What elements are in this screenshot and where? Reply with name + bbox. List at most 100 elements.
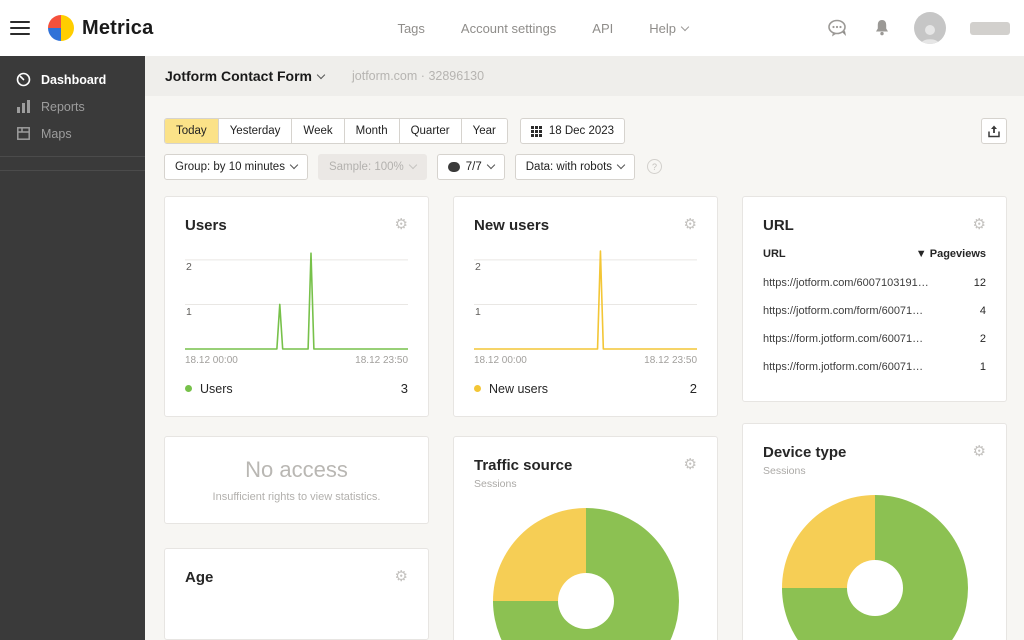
device-type-widget: Device type ⚙ Sessions [742,423,1007,640]
period-year[interactable]: Year [461,119,507,143]
goals-label: 7/7 [466,161,482,173]
calendar-icon [531,126,542,137]
user-avatar[interactable] [914,12,946,44]
main-content: Today Yesterday Week Month Quarter Year … [145,96,1024,640]
sidebar-label-maps: Maps [41,127,72,141]
nav-tags[interactable]: Tags [397,21,424,36]
app-root: Metrica Tags Account settings API Help [0,0,1024,640]
period-yesterday[interactable]: Yesterday [218,119,292,143]
device-type-donut-chart[interactable] [782,495,968,640]
gear-icon[interactable]: ⚙ [684,457,697,472]
export-button[interactable] [981,118,1007,144]
header-actions [828,0,1010,56]
new-users-legend[interactable]: New users 2 [474,381,697,396]
nav-help[interactable]: Help [649,21,688,36]
legend-dot [185,385,192,392]
url-link[interactable]: https://form.jotform.com/60071… [763,333,923,345]
legend-dot [474,385,481,392]
nav-api[interactable]: API [592,21,613,36]
username-placeholder[interactable] [970,22,1010,35]
url-link[interactable]: https://jotform.com/6007103191… [763,277,929,289]
legend-label: New users [489,382,548,396]
gear-icon[interactable]: ⚙ [395,217,408,232]
widget-title: Users [185,217,227,234]
legend-value: 2 [690,381,697,396]
counter-name-label: Jotform Contact Form [165,68,312,84]
menu-icon[interactable] [10,21,30,35]
widget-title: Traffic source [474,457,572,474]
widget-title: New users [474,217,549,234]
table-row: https://form.jotform.com/60071… 1 [763,353,986,381]
help-icon[interactable]: ? [647,159,662,174]
no-access-widget: No access Insufficient rights to view st… [164,436,429,524]
export-icon [988,125,1000,138]
logo-text: Metrica [82,17,153,40]
date-picker-button[interactable]: 18 Dec 2023 [520,118,625,144]
chevron-down-icon [409,161,417,169]
counter-id: 32896130 [428,69,484,83]
period-today[interactable]: Today [165,119,218,143]
sidebar-item-maps[interactable]: Maps [0,120,145,147]
pageviews-value: 1 [980,361,986,373]
counter-site: jotform.com [352,69,417,83]
y-tick: 1 [475,306,481,318]
users-widget: Users ⚙ 2 1 18.12 00:00 18.12 23:50 [164,196,429,417]
dashboard-grid: Users ⚙ 2 1 18.12 00:00 18.12 23:50 [164,196,1007,640]
group-dropdown[interactable]: Group: by 10 minutes [164,154,308,180]
y-tick: 2 [186,261,192,273]
url-link[interactable]: https://jotform.com/form/60071… [763,305,923,317]
widget-title: URL [763,217,794,234]
gear-icon[interactable]: ⚙ [973,217,986,232]
pageviews-value: 2 [980,333,986,345]
period-quarter[interactable]: Quarter [399,119,461,143]
breadcrumb: Jotform Contact Form jotform.com · 32896… [145,56,1024,96]
widget-subtitle: Sessions [763,465,986,477]
widget-subtitle: Sessions [474,478,697,490]
widget-title: Device type [763,444,846,461]
dashboard-icon [15,72,31,88]
notifications-bell-icon[interactable] [874,19,890,37]
sidebar-label-dashboard: Dashboard [41,73,106,87]
gear-icon[interactable]: ⚙ [395,569,408,584]
table-row: https://jotform.com/form/60071… 4 [763,297,986,325]
table-row: https://form.jotform.com/60071… 2 [763,325,986,353]
messages-icon[interactable] [828,19,850,38]
filter-toolbar: Group: by 10 minutes Sample: 100% 7/7 Da… [164,154,1007,179]
pageviews-sort-header[interactable]: ▼ Pageviews [916,248,986,260]
metrica-logo[interactable]: Metrica [48,15,153,41]
separator: · [421,69,425,83]
period-month[interactable]: Month [344,119,399,143]
header-nav: Tags Account settings API Help [397,21,688,36]
gear-icon[interactable]: ⚙ [973,444,986,459]
column-3: URL ⚙ URL ▼ Pageviews https://jotform [742,196,1007,640]
users-legend[interactable]: Users 3 [185,381,408,396]
sidebar-divider [0,156,145,157]
table-row: https://jotform.com/6007103191… 12 [763,269,986,297]
sidebar: Dashboard Reports Maps [0,56,145,640]
period-toolbar: Today Yesterday Week Month Quarter Year … [164,118,1007,144]
y-tick: 1 [186,306,192,318]
nav-account-settings[interactable]: Account settings [461,21,556,36]
reports-icon [15,99,31,115]
sort-desc-icon: ▼ [916,248,927,260]
pageviews-value: 12 [974,277,986,289]
sidebar-item-reports[interactable]: Reports [0,93,145,120]
pageviews-value: 4 [980,305,986,317]
url-link[interactable]: https://form.jotform.com/60071… [763,361,923,373]
sample-dropdown[interactable]: Sample: 100% [318,154,427,180]
legend-value: 3 [401,381,408,396]
goals-dropdown[interactable]: 7/7 [437,154,505,180]
counter-selector[interactable]: Jotform Contact Form [165,68,324,84]
data-dropdown[interactable]: Data: with robots [515,154,635,180]
period-week[interactable]: Week [291,119,343,143]
sidebar-item-dashboard[interactable]: Dashboard [0,66,145,93]
pageviews-column-label: Pageviews [930,248,986,260]
url-column-header: URL [763,248,786,260]
age-widget: Age ⚙ [164,548,429,640]
traffic-source-donut-chart[interactable] [493,508,679,640]
sample-label: Sample: 100% [329,161,404,173]
chevron-down-icon [617,161,625,169]
nav-help-label: Help [649,21,676,36]
gear-icon[interactable]: ⚙ [684,217,697,232]
no-access-title: No access [245,457,348,483]
